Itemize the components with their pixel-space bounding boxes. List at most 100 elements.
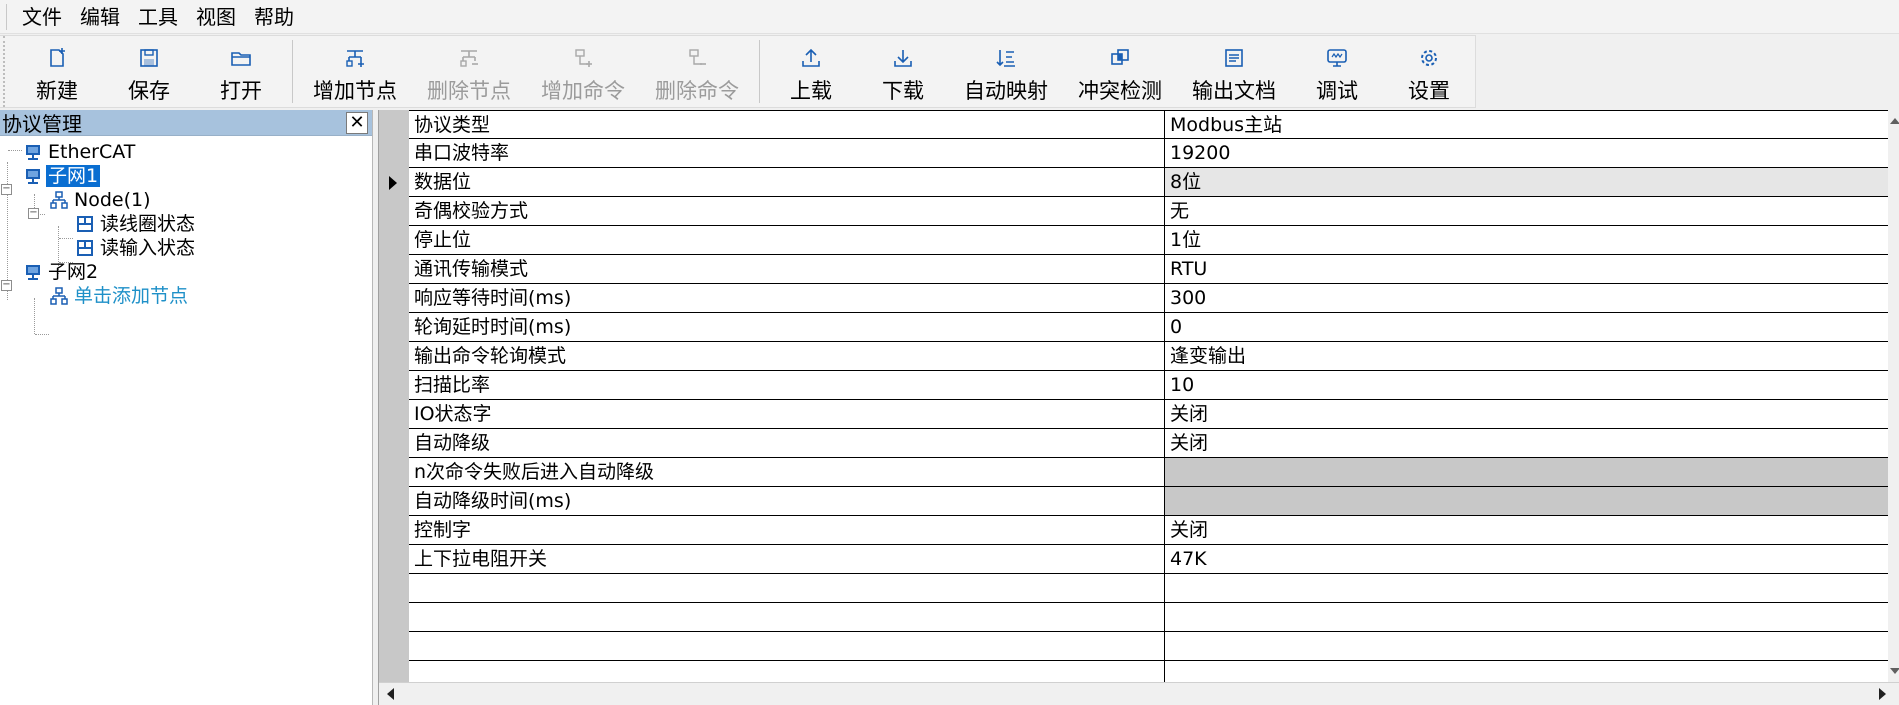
property-name-cell: 通讯传输模式: [409, 255, 1165, 283]
protocol-panel-header: 协议管理 ✕: [0, 110, 372, 136]
property-value-cell[interactable]: 10: [1165, 371, 1888, 399]
scroll-down-arrow-icon[interactable]: [1890, 668, 1899, 674]
node-icon: [50, 287, 68, 305]
table-row[interactable]: 控制字 关闭: [409, 516, 1888, 545]
settings-button[interactable]: 设置: [1383, 36, 1475, 107]
property-value-cell[interactable]: 19200: [1165, 139, 1888, 167]
property-value-cell[interactable]: [1165, 603, 1888, 631]
download-button-label: 下载: [882, 79, 924, 103]
table-row[interactable]: 停止位 1位: [409, 226, 1888, 255]
add-command-icon: [575, 49, 592, 67]
toolbar: 新建 保存 打开 增加节点 删除节点 增加命令 删除命令 上载 下载 自动映射 …: [0, 35, 1476, 108]
table-row[interactable]: 通讯传输模式 RTU: [409, 255, 1888, 284]
scroll-left-arrow-icon[interactable]: [387, 688, 394, 700]
open-folder-icon: [231, 52, 251, 66]
download-button[interactable]: 下载: [857, 36, 949, 107]
table-row[interactable]: IO状态字 关闭: [409, 400, 1888, 429]
table-row[interactable]: 串口波特率 19200: [409, 139, 1888, 168]
network-icon: [26, 145, 40, 160]
table-row[interactable]: 数据位 8位: [409, 168, 1888, 197]
tree-item-add-node[interactable]: 单击添加节点: [50, 284, 190, 308]
new-button[interactable]: 新建: [11, 36, 103, 107]
menu-view[interactable]: 视图: [187, 0, 245, 34]
menu-tools[interactable]: 工具: [129, 0, 187, 34]
menu-file[interactable]: 文件: [13, 0, 71, 34]
tree-item-read-input-status[interactable]: 读输入状态: [76, 236, 197, 260]
table-row[interactable]: 响应等待时间(ms) 300: [409, 284, 1888, 313]
expand-toggle-subnet1[interactable]: −: [1, 184, 12, 195]
tree-item-subnet2[interactable]: 子网2: [24, 260, 100, 284]
property-value-cell[interactable]: 关闭: [1165, 429, 1888, 457]
save-button[interactable]: 保存: [103, 36, 195, 107]
property-value-cell[interactable]: 无: [1165, 197, 1888, 225]
add-node-button[interactable]: 增加节点: [298, 36, 412, 107]
expand-toggle-subnet2[interactable]: −: [1, 280, 12, 291]
table-row[interactable]: 轮询延时时间(ms) 0: [409, 313, 1888, 342]
table-row[interactable]: n次命令失败后进入自动降级: [409, 458, 1888, 487]
table-row[interactable]: 协议类型 Modbus主站: [409, 110, 1888, 139]
download-icon: [894, 50, 912, 67]
property-value-cell[interactable]: 关闭: [1165, 516, 1888, 544]
delete-node-button[interactable]: 删除节点: [412, 36, 526, 107]
conflict-detect-button[interactable]: 冲突检测: [1063, 36, 1177, 107]
close-icon[interactable]: ✕: [346, 111, 368, 134]
table-row[interactable]: [409, 632, 1888, 661]
auto-map-button[interactable]: 自动映射: [949, 36, 1063, 107]
toolbar-separator: [292, 40, 293, 103]
tree-item-subnet1[interactable]: 子网1: [24, 164, 101, 188]
table-row[interactable]: 上下拉电阻开关 47K: [409, 545, 1888, 574]
table-row[interactable]: [409, 603, 1888, 632]
export-doc-button[interactable]: 输出文档: [1177, 36, 1291, 107]
network-icon: [26, 265, 40, 280]
scroll-up-arrow-icon[interactable]: [1890, 118, 1899, 124]
horizontal-scrollbar[interactable]: [379, 682, 1899, 705]
property-value-cell[interactable]: 1位: [1165, 226, 1888, 254]
tree-item-read-coil-status[interactable]: 读线圈状态: [76, 212, 197, 236]
conflict-detect-icon: [1111, 49, 1129, 65]
new-file-icon: [50, 48, 65, 67]
property-value-cell[interactable]: Modbus主站: [1165, 111, 1888, 138]
property-value-cell[interactable]: [1165, 632, 1888, 660]
toolbar-group-node: 增加节点 删除节点 增加命令 删除命令: [298, 36, 754, 107]
scrollbar-thumb[interactable]: [407, 686, 1867, 702]
property-value-cell[interactable]: 8位: [1165, 168, 1888, 196]
property-value-cell[interactable]: 300: [1165, 284, 1888, 312]
open-button[interactable]: 打开: [195, 36, 287, 107]
tree-item-node1[interactable]: Node(1): [50, 188, 153, 212]
delete-command-button[interactable]: 删除命令: [640, 36, 754, 107]
menu-help[interactable]: 帮助: [245, 0, 303, 34]
add-node-icon: [346, 50, 364, 67]
current-row-indicator-icon: [389, 176, 397, 190]
settings-gear-icon: [1421, 50, 1437, 66]
property-value-cell: [1165, 487, 1888, 515]
property-value-cell: [1165, 458, 1888, 486]
table-row[interactable]: 奇偶校验方式无: [409, 197, 1888, 226]
node-icon: [50, 191, 68, 209]
debug-button[interactable]: 调试: [1291, 36, 1383, 107]
property-value-cell[interactable]: 0: [1165, 313, 1888, 341]
table-row[interactable]: 输出命令轮询模式 逢变输出: [409, 342, 1888, 371]
table-row[interactable]: 自动降级时间(ms): [409, 487, 1888, 516]
vertical-scrollbar[interactable]: [1888, 110, 1899, 682]
table-row[interactable]: [409, 574, 1888, 603]
property-value-cell[interactable]: 关闭: [1165, 400, 1888, 428]
tree-item-ethercat[interactable]: EtherCAT: [24, 140, 137, 164]
property-name-cell: 控制字: [409, 516, 1165, 544]
property-value-cell[interactable]: RTU: [1165, 255, 1888, 283]
add-command-button[interactable]: 增加命令: [526, 36, 640, 107]
scroll-right-arrow-icon[interactable]: [1879, 688, 1886, 700]
upload-button[interactable]: 上载: [765, 36, 857, 107]
row-header-column: [379, 110, 409, 682]
toolbar-grip[interactable]: [3, 36, 11, 107]
property-name-cell: 上下拉电阻开关: [409, 545, 1165, 573]
property-value-cell[interactable]: 47K: [1165, 545, 1888, 573]
table-row[interactable]: 扫描比率 10: [409, 371, 1888, 400]
property-value-cell[interactable]: 逢变输出: [1165, 342, 1888, 370]
expand-toggle-node1[interactable]: −: [28, 208, 39, 219]
export-doc-button-label: 输出文档: [1192, 79, 1276, 103]
tree-item-label: 子网1: [46, 165, 101, 187]
menu-edit[interactable]: 编辑: [71, 0, 129, 34]
delete-command-icon: [689, 49, 706, 65]
table-row[interactable]: 自动降级 关闭: [409, 429, 1888, 458]
property-value-cell[interactable]: [1165, 574, 1888, 602]
